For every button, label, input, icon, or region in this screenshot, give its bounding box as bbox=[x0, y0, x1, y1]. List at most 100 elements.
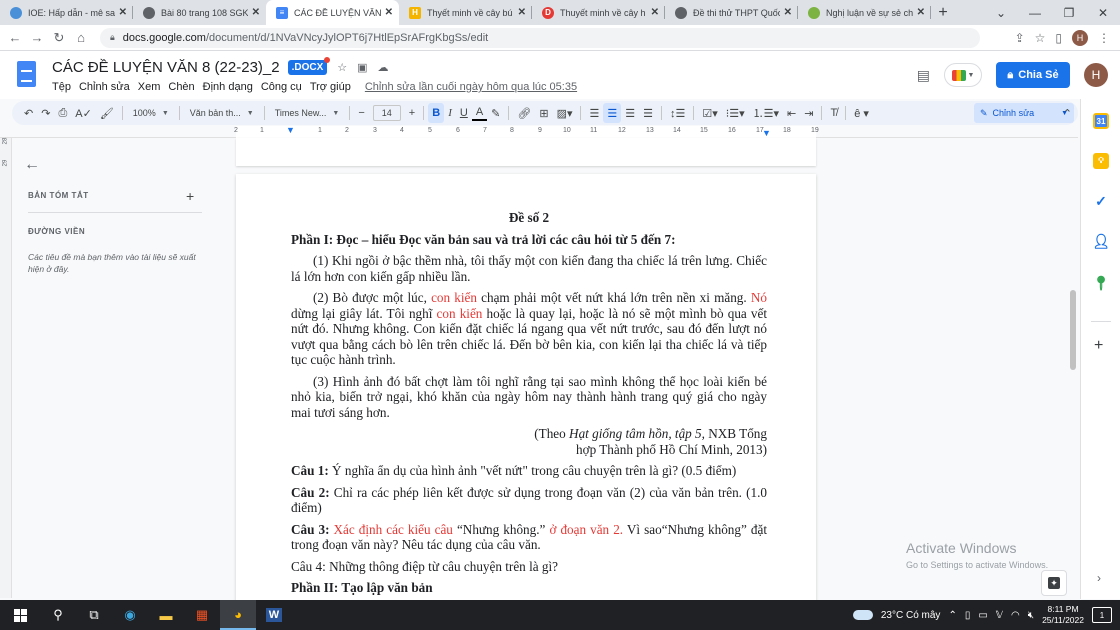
browser-tab[interactable]: Nghị luận về sự sẻ ch ✕ bbox=[798, 0, 931, 25]
share-button[interactable]: 🔒︎ Chia Sẻ bbox=[996, 62, 1070, 88]
close-tab-icon[interactable]: ✕ bbox=[784, 7, 792, 18]
menu-insert[interactable]: Chèn bbox=[168, 81, 194, 93]
cloud-status-icon[interactable]: ☁︎ bbox=[378, 61, 389, 74]
comment-history-icon[interactable]: ▤ bbox=[917, 67, 930, 84]
tasks-icon[interactable]: ✓ bbox=[1093, 193, 1109, 209]
start-button[interactable] bbox=[0, 600, 40, 630]
browser-tab[interactable]: D Thuyết minh về cây h ✕ bbox=[532, 0, 665, 25]
new-tab-button[interactable]: + bbox=[931, 0, 955, 25]
line-spacing-icon[interactable]: ↕☰ bbox=[666, 103, 689, 123]
tab-search-icon[interactable]: ⌄ bbox=[984, 6, 1018, 20]
weather-text[interactable]: 23°C Có mây bbox=[881, 610, 941, 621]
browser-tab[interactable]: H Thyết minh về cây bú ✕ bbox=[399, 0, 532, 25]
docs-logo-icon[interactable] bbox=[17, 61, 36, 87]
paint-format-icon[interactable]: 🖌︎ bbox=[96, 103, 118, 123]
forward-icon[interactable]: → bbox=[26, 30, 48, 45]
weather-cloud-icon[interactable] bbox=[852, 610, 873, 620]
menu-view[interactable]: Xem bbox=[138, 81, 161, 93]
chrome-icon[interactable]: ◕ bbox=[220, 600, 256, 630]
bulleted-list-icon[interactable]: ⁝☰▾ bbox=[722, 103, 749, 123]
meet-now-icon[interactable]: ▯ bbox=[965, 610, 971, 621]
vertical-ruler[interactable]: 28 29 bbox=[0, 138, 12, 598]
browser-tab[interactable]: Đề thi thử THPT Quốc ✕ bbox=[665, 0, 798, 25]
menu-tools[interactable]: Công cụ bbox=[261, 81, 302, 93]
style-select[interactable]: Văn bản th... ▼ bbox=[184, 108, 260, 118]
close-tab-icon[interactable]: ✕ bbox=[252, 7, 260, 18]
increase-indent-icon[interactable]: ⇥ bbox=[800, 103, 817, 123]
increase-font-size-icon[interactable]: + bbox=[405, 103, 419, 123]
decrease-font-size-icon[interactable]: − bbox=[354, 103, 368, 123]
last-edit-link[interactable]: Chỉnh sửa lần cuối ngày hôm qua lúc 05:3… bbox=[365, 81, 577, 93]
vpn-icon[interactable]: 𝕍 bbox=[996, 610, 1003, 621]
battery-icon[interactable]: ▭ bbox=[978, 610, 987, 621]
clear-formatting-icon[interactable]: T̸ bbox=[826, 103, 841, 123]
share-page-icon[interactable]: ⇪ bbox=[1015, 31, 1025, 45]
calendar-icon[interactable]: 31 bbox=[1093, 113, 1109, 129]
wifi-icon[interactable]: ◠ bbox=[1011, 610, 1020, 621]
task-view-icon[interactable]: ⧉ bbox=[76, 600, 112, 630]
italic-icon[interactable]: I bbox=[444, 103, 456, 123]
undo-icon[interactable]: ↶ bbox=[20, 103, 37, 123]
show-hidden-icons[interactable]: ⌃ bbox=[948, 610, 956, 621]
meet-button[interactable]: ▼ bbox=[944, 63, 982, 87]
font-select[interactable]: Times New... ▼ bbox=[269, 108, 346, 118]
vertical-scrollbar[interactable] bbox=[1070, 290, 1076, 370]
get-addons-icon[interactable]: + bbox=[1094, 337, 1103, 355]
url-input[interactable]: 🔒︎ docs.google.com/document/d/1NVaVNcyJy… bbox=[100, 27, 980, 48]
reload-icon[interactable]: ↻ bbox=[48, 30, 70, 46]
back-icon[interactable]: ← bbox=[4, 30, 26, 45]
volume-muted-icon[interactable]: 🔇︎ bbox=[1028, 610, 1034, 621]
link-icon[interactable]: 🔗︎ bbox=[513, 103, 535, 123]
align-justify-icon[interactable]: ☰ bbox=[639, 103, 657, 123]
edge-icon[interactable]: ◉ bbox=[112, 600, 148, 630]
file-explorer-icon[interactable]: ▬ bbox=[148, 600, 184, 630]
collapse-menus-icon[interactable]: ⌃ bbox=[1063, 107, 1072, 120]
decrease-indent-icon[interactable]: ⇤ bbox=[783, 103, 800, 123]
close-tab-icon[interactable]: ✕ bbox=[917, 7, 925, 18]
side-panel-icon[interactable]: ▯ bbox=[1055, 31, 1062, 45]
close-tab-icon[interactable]: ✕ bbox=[651, 7, 659, 18]
move-folder-icon[interactable]: ▣ bbox=[357, 61, 367, 74]
spellcheck-icon[interactable]: A✓ bbox=[71, 103, 96, 123]
profile-avatar[interactable]: H bbox=[1072, 29, 1088, 46]
maximize-icon[interactable]: ❐ bbox=[1052, 6, 1086, 20]
align-right-icon[interactable]: ☰ bbox=[621, 103, 639, 123]
insert-image-icon[interactable]: ▨▾ bbox=[553, 103, 577, 123]
add-summary-icon[interactable]: + bbox=[186, 188, 194, 204]
show-side-panel-icon[interactable]: › bbox=[1097, 571, 1101, 585]
document-title[interactable]: CÁC ĐỀ LUYỆN VĂN 8 (22-23)_2 bbox=[52, 59, 280, 76]
highlight-icon[interactable]: ✎ bbox=[487, 103, 504, 123]
bookmark-star-icon[interactable]: ☆ bbox=[1035, 31, 1046, 45]
zoom-select[interactable]: 100% ▼ bbox=[127, 108, 175, 118]
star-icon[interactable]: ☆ bbox=[337, 61, 347, 74]
menu-file[interactable]: Tệp bbox=[52, 81, 71, 93]
input-tools-icon[interactable]: ê ▾ bbox=[850, 103, 873, 123]
align-center-icon[interactable]: ☰ bbox=[603, 103, 622, 123]
close-window-icon[interactable]: ✕ bbox=[1086, 6, 1120, 20]
underline-icon[interactable]: U bbox=[456, 103, 472, 123]
store-icon[interactable]: ▦ bbox=[184, 600, 220, 630]
maps-icon[interactable]: 📍︎ bbox=[1092, 275, 1110, 291]
bold-icon[interactable]: B bbox=[428, 103, 445, 123]
right-indent-marker-icon[interactable]: ▼ bbox=[762, 128, 771, 138]
search-icon[interactable]: ⚲ bbox=[40, 600, 76, 630]
horizontal-ruler[interactable]: 2 1 ▼ 1 2 3 4 5 6 7 8 9 10 11 12 13 14 1… bbox=[0, 125, 1078, 138]
home-icon[interactable]: ⌂ bbox=[70, 30, 92, 45]
redo-icon[interactable]: ↷ bbox=[37, 103, 54, 123]
document-page[interactable]: Đề số 2 Phần I: Đọc – hiểu Đọc văn bản s… bbox=[236, 174, 816, 604]
keep-icon[interactable]: 💡︎ bbox=[1093, 153, 1109, 169]
numbered-list-icon[interactable]: ⒈☰▾ bbox=[749, 103, 783, 123]
close-outline-icon[interactable]: ← bbox=[24, 156, 40, 174]
browser-tab[interactable]: IOE: Hấp dẫn - mê sa ✕ bbox=[0, 0, 133, 25]
explore-button[interactable]: ✦ bbox=[1041, 570, 1067, 596]
editing-mode-select[interactable]: ✎ Chỉnh sửa ▼ bbox=[974, 103, 1074, 123]
text-color-icon[interactable]: A bbox=[471, 105, 488, 121]
close-tab-icon[interactable]: ✕ bbox=[119, 7, 127, 18]
indent-marker-icon[interactable]: ▼ bbox=[286, 125, 295, 135]
close-tab-icon[interactable]: ✕ bbox=[385, 7, 393, 18]
menu-help[interactable]: Trợ giúp bbox=[310, 81, 351, 93]
align-left-icon[interactable]: ☰ bbox=[585, 103, 603, 123]
notification-center-icon[interactable]: 1 bbox=[1092, 607, 1112, 623]
word-icon[interactable]: W bbox=[256, 600, 292, 630]
checklist-icon[interactable]: ☑▾ bbox=[698, 103, 721, 123]
